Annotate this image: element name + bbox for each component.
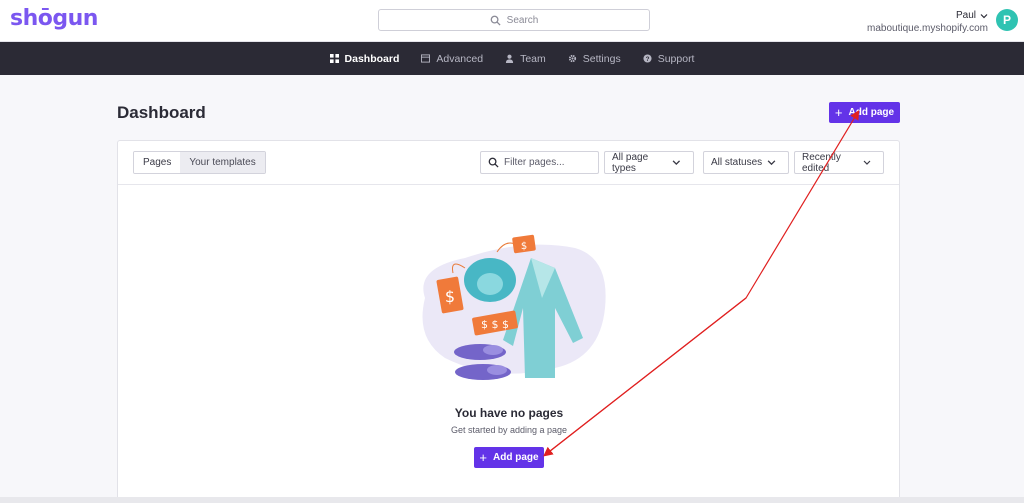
nav-item-advanced[interactable]: Advanced [421, 53, 483, 65]
svg-text:?: ? [645, 56, 649, 63]
main-nav: Dashboard Advanced Team Settings ? Suppo… [0, 42, 1024, 75]
bottom-scroll-strip [0, 497, 1024, 503]
sort-value: Recently edited [802, 151, 841, 174]
person-icon [505, 54, 514, 63]
svg-text:$: $ [521, 241, 527, 252]
search-icon [490, 15, 501, 26]
empty-add-page-button[interactable]: + Add page [474, 447, 544, 468]
filter-pages-input[interactable]: Filter pages... [480, 151, 599, 174]
nav-label-support: Support [657, 52, 695, 65]
page-title: Dashboard [117, 103, 206, 122]
nav-item-support[interactable]: ? Support [643, 52, 695, 65]
plus-icon: + [834, 105, 843, 120]
user-name: Paul [955, 10, 976, 21]
svg-text:$ $ $: $ $ $ [481, 318, 509, 331]
chevron-down-icon [767, 160, 776, 166]
avatar[interactable]: P [996, 9, 1018, 31]
add-page-button[interactable]: + Add page [829, 102, 900, 123]
store-domain: maboutique.myshopify.com [867, 23, 988, 34]
gear-icon [568, 54, 576, 63]
user-menu[interactable]: Paul maboutique.myshopify.com [867, 9, 988, 35]
empty-state-subtitle: Get started by adding a page [450, 425, 568, 435]
svg-text:$: $ [445, 287, 455, 306]
empty-state-illustration: $ $ $ $ $ [422, 234, 606, 380]
empty-state-title: You have no pages [454, 406, 564, 420]
search-icon [488, 157, 499, 168]
plus-icon: + [479, 450, 488, 465]
nav-label-advanced: Advanced [436, 52, 484, 65]
nav-label-dashboard: Dashboard [344, 52, 400, 65]
chevron-down-icon [980, 13, 988, 18]
nav-item-dashboard[interactable]: Dashboard [329, 52, 400, 65]
help-circle-icon: ? [643, 54, 652, 63]
global-search-input[interactable]: Search [378, 9, 650, 31]
shogun-logo[interactable]: shōgun [10, 6, 98, 31]
pages-toolbar: Pages Your templates Filter pages... All… [118, 141, 899, 185]
grid-icon [329, 54, 339, 63]
chevron-down-icon [672, 160, 681, 166]
nav-label-team: Team [520, 52, 546, 65]
empty-add-page-label: Add page [493, 452, 539, 463]
page-type-value: All page types [612, 151, 649, 174]
chevron-down-icon [863, 160, 871, 165]
add-page-label: Add page [848, 107, 895, 118]
top-bar: shōgun Search Paul maboutique.myshopify.… [0, 0, 1024, 42]
sort-select[interactable]: Recently edited [794, 151, 884, 174]
nav-item-team[interactable]: Team [505, 53, 546, 65]
tab-your-templates[interactable]: Your templates [180, 152, 265, 173]
page-type-select[interactable]: All page types [604, 151, 694, 174]
nav-label-settings: Settings [582, 52, 621, 65]
pages-templates-toggle: Pages Your templates [133, 151, 266, 174]
status-value: All statuses [711, 157, 763, 168]
tab-pages[interactable]: Pages [134, 152, 181, 173]
window-icon [421, 54, 431, 63]
status-select[interactable]: All statuses [703, 151, 789, 174]
filter-placeholder: Filter pages... [504, 157, 565, 168]
search-placeholder: Search [506, 14, 539, 26]
nav-item-settings[interactable]: Settings [568, 53, 621, 65]
